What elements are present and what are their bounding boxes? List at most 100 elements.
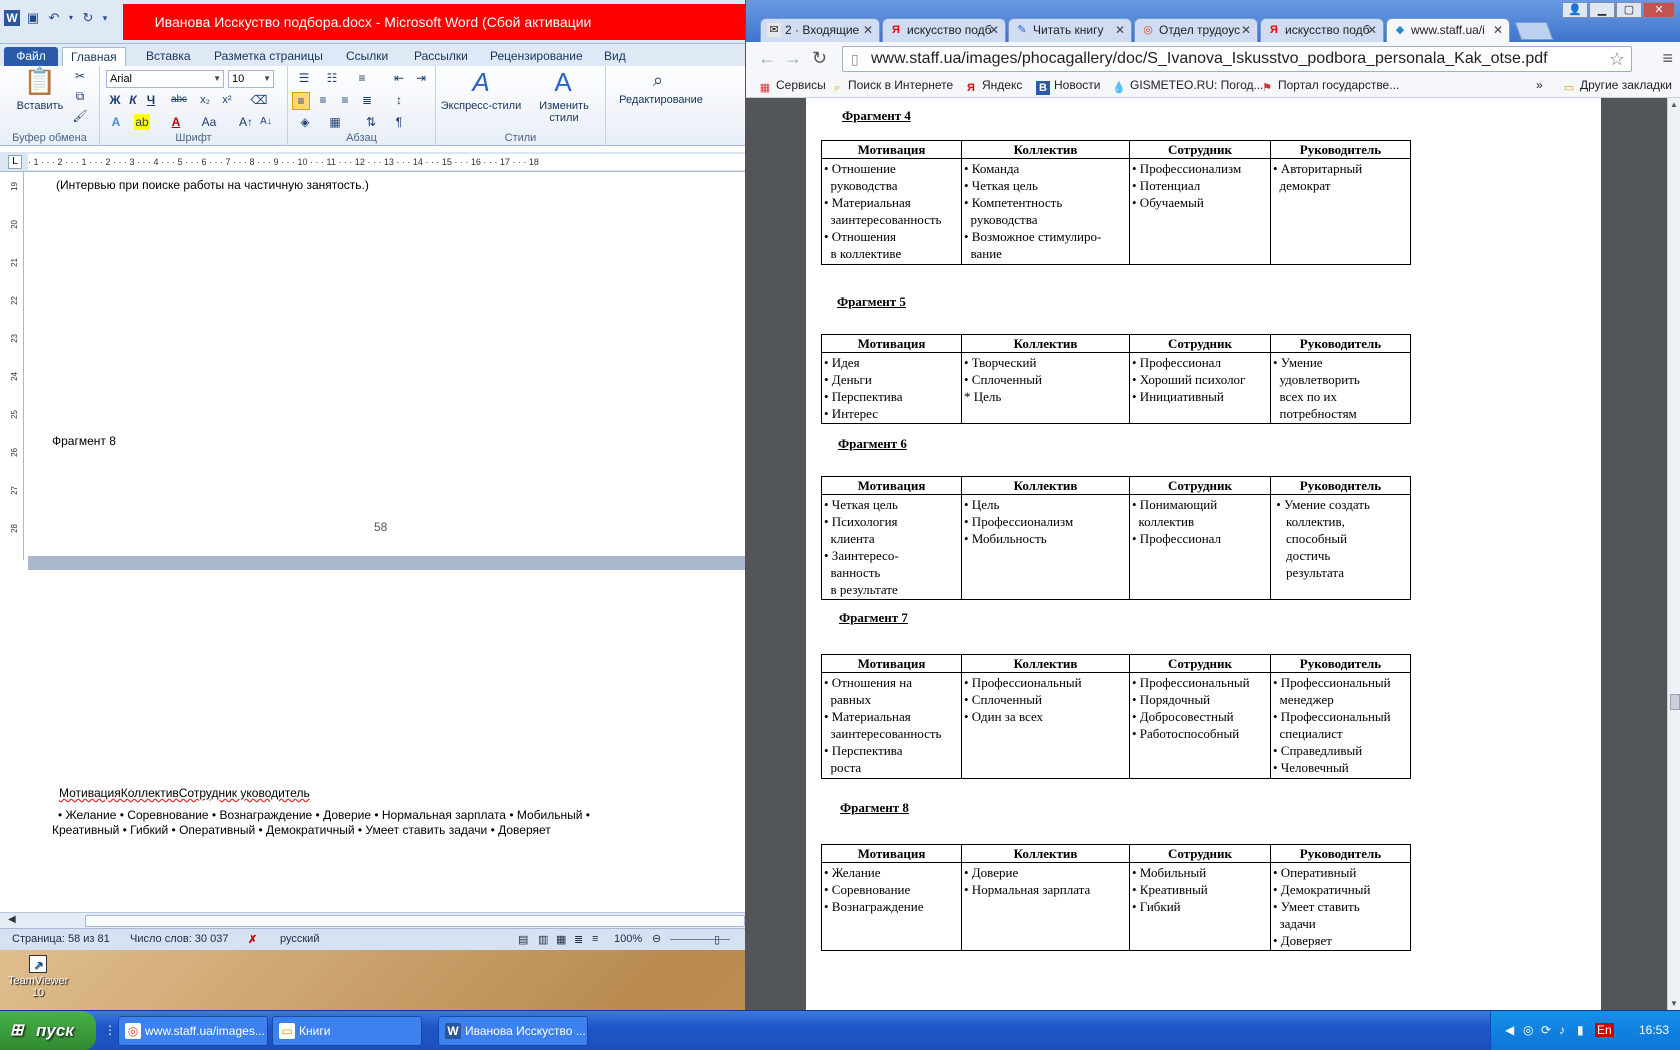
- vertical-scrollbar[interactable]: ▲ ▼: [1667, 98, 1680, 1010]
- draft-icon[interactable]: ≡: [592, 933, 598, 945]
- taskbar-item-chrome[interactable]: ◎ www.staff.ua/images...: [118, 1016, 268, 1046]
- justify-icon[interactable]: ≣: [358, 92, 376, 108]
- status-language[interactable]: русский: [280, 933, 319, 945]
- close-window-button[interactable]: ✕: [1643, 2, 1675, 18]
- browser-tab[interactable]: Яискусство подб ✕: [882, 18, 1006, 42]
- tab-mailings[interactable]: Рассылки: [406, 47, 476, 66]
- tab-view[interactable]: Вид: [596, 47, 634, 66]
- scroll-down-icon[interactable]: ▼: [1670, 999, 1678, 1008]
- browser-tab[interactable]: ✉ 2 · Входящие ✕: [760, 18, 880, 42]
- scrollbar-thumb[interactable]: [1670, 694, 1680, 710]
- tab-insert[interactable]: Вставка: [138, 47, 199, 66]
- taskbar-item-books[interactable]: ▭ Книги: [272, 1016, 422, 1046]
- bookmark-item[interactable]: ▦ Сервисы: [758, 78, 826, 95]
- outline-icon[interactable]: ≣: [574, 933, 583, 946]
- clear-format-icon[interactable]: ⌫: [250, 92, 268, 108]
- sort-icon[interactable]: ⇅: [362, 114, 380, 130]
- bookmark-item[interactable]: ⚑ Портал государстве...: [1260, 78, 1399, 95]
- font-color-icon[interactable]: A: [168, 114, 184, 130]
- reading-layout-icon[interactable]: ▥: [538, 933, 548, 946]
- status-page[interactable]: Страница: 58 из 81: [12, 933, 110, 945]
- underline-button[interactable]: Ч: [144, 92, 158, 108]
- status-word-count[interactable]: Число слов: 30 037: [130, 933, 228, 945]
- tab-review[interactable]: Рецензирование: [482, 47, 591, 66]
- change-case-icon[interactable]: Aa: [198, 114, 220, 130]
- align-right-icon[interactable]: ≡: [336, 92, 354, 108]
- spelling-error-icon[interactable]: ✗: [248, 933, 257, 946]
- reload-icon[interactable]: ↻: [812, 48, 827, 69]
- font-name-combo[interactable]: Arial ▼: [106, 70, 224, 88]
- horizontal-scrollbar[interactable]: ◀: [0, 912, 745, 928]
- tab-page-layout[interactable]: Разметка страницы: [206, 47, 331, 66]
- back-arrow-tray-icon[interactable]: ◀: [1505, 1023, 1514, 1037]
- align-center-icon[interactable]: ≡: [314, 92, 332, 108]
- change-styles-icon[interactable]: A: [548, 66, 578, 98]
- text-effects-icon[interactable]: A: [108, 114, 124, 130]
- close-tab-icon[interactable]: ✕: [1115, 19, 1125, 41]
- tab-home[interactable]: Главная: [62, 47, 126, 66]
- input-language-tray[interactable]: En: [1595, 1023, 1614, 1037]
- word-logo-icon[interactable]: W: [4, 10, 20, 26]
- forward-icon[interactable]: →: [784, 48, 802, 69]
- new-tab-button[interactable]: [1514, 22, 1554, 40]
- close-tab-icon[interactable]: ✕: [1367, 19, 1377, 41]
- tab-file[interactable]: Файл: [4, 47, 58, 66]
- close-tab-icon[interactable]: ✕: [1493, 19, 1503, 41]
- borders-icon[interactable]: ▦: [324, 114, 346, 130]
- minimize-button[interactable]: ▁: [1589, 2, 1615, 18]
- bookmark-item[interactable]: В Новости: [1036, 78, 1100, 95]
- bookmark-item[interactable]: Я Яндекс: [964, 78, 1022, 95]
- grow-font-icon[interactable]: A↑: [238, 114, 254, 130]
- clock[interactable]: 16:53: [1639, 1023, 1669, 1037]
- undo-icon[interactable]: ↶: [46, 10, 62, 26]
- undo-dropdown-icon[interactable]: ▾: [67, 10, 75, 26]
- close-tab-icon[interactable]: ✕: [989, 19, 999, 41]
- close-tab-icon[interactable]: ✕: [1241, 19, 1251, 41]
- address-bar[interactable]: ▯ www.staff.ua/images/phocagallery/doc/S…: [842, 46, 1632, 72]
- sync-tray-icon[interactable]: ⟳: [1541, 1023, 1551, 1037]
- print-layout-icon[interactable]: ▤: [518, 933, 528, 946]
- scroll-left-icon[interactable]: ◀: [8, 914, 16, 925]
- cut-icon[interactable]: ✂: [72, 68, 88, 84]
- bullets-icon[interactable]: ☰: [292, 70, 316, 86]
- bold-button[interactable]: Ж: [108, 92, 122, 108]
- save-icon[interactable]: ▣: [25, 10, 41, 26]
- scroll-up-icon[interactable]: ▲: [1670, 100, 1678, 109]
- browser-tab-active[interactable]: ◆ www.staff.ua/i ✕: [1386, 18, 1510, 42]
- scrollbar-thumb[interactable]: [85, 915, 745, 927]
- user-icon[interactable]: 👤: [1562, 2, 1588, 18]
- highlight-icon[interactable]: ab: [134, 114, 150, 130]
- redo-icon[interactable]: ↻: [80, 10, 96, 26]
- italic-button[interactable]: К: [126, 92, 140, 108]
- bookmark-star-icon[interactable]: ☆: [1609, 47, 1625, 71]
- font-size-combo[interactable]: 10 ▼: [228, 70, 274, 88]
- start-button[interactable]: ⊞ пуск: [0, 1011, 96, 1050]
- line-spacing-icon[interactable]: ↕: [388, 92, 410, 108]
- editing-button[interactable]: Редактирование: [606, 94, 716, 106]
- align-left-icon[interactable]: ≡: [292, 92, 310, 110]
- maximize-button[interactable]: ▢: [1616, 2, 1642, 18]
- numbering-icon[interactable]: ☷: [320, 70, 344, 86]
- browser-tab[interactable]: ✎ Читать книгу ✕: [1008, 18, 1132, 42]
- bookmark-item[interactable]: 💧 GISMETEO.RU: Погод...: [1112, 78, 1263, 95]
- browser-tab[interactable]: Яискусство подб ✕: [1260, 18, 1384, 42]
- web-layout-icon[interactable]: ▦: [556, 933, 566, 946]
- decrease-indent-icon[interactable]: ⇤: [390, 70, 408, 86]
- show-marks-icon[interactable]: ¶: [390, 114, 408, 130]
- battery-tray-icon[interactable]: ▮: [1577, 1023, 1584, 1037]
- close-tab-icon[interactable]: ✕: [863, 19, 873, 41]
- volume-tray-icon[interactable]: ♪: [1559, 1023, 1565, 1037]
- zoom-level[interactable]: 100%: [614, 933, 642, 945]
- bookmarks-overflow-button[interactable]: »: [1536, 78, 1543, 92]
- change-styles-button[interactable]: Изменить стили: [536, 100, 592, 124]
- tab-references[interactable]: Ссылки: [338, 47, 396, 66]
- copy-icon[interactable]: ⧉: [72, 88, 88, 104]
- zoom-slider-track[interactable]: [670, 939, 730, 940]
- pdf-viewer[interactable]: Фрагмент 4 Мотивация Коллектив Сотрудник Рук…: [746, 98, 1680, 1010]
- menu-icon[interactable]: ≡: [1662, 48, 1673, 69]
- shrink-font-icon[interactable]: A↓: [258, 114, 274, 130]
- other-bookmarks[interactable]: ▭ Другие закладки: [1562, 78, 1672, 95]
- customize-qat-icon[interactable]: ▾: [101, 10, 109, 26]
- multilevel-list-icon[interactable]: ≡: [350, 70, 374, 86]
- format-painter-icon[interactable]: 🖌: [72, 108, 88, 124]
